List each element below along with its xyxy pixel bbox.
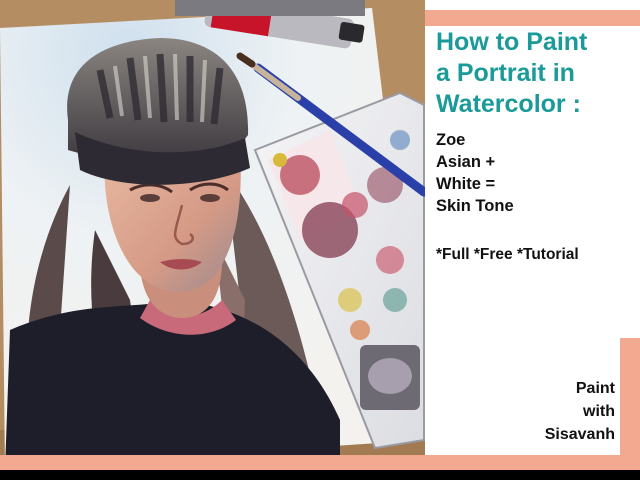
credit-line: Paint: [575, 380, 615, 397]
credit-line: with: [583, 403, 615, 420]
subtitle: Zoe Asian + White = Skin Tone: [436, 129, 616, 217]
title-line: a Portrait in: [436, 59, 575, 87]
credit: Paint with Sisavanh: [500, 377, 615, 446]
subtitle-line: Asian +: [436, 153, 496, 171]
subtitle-line: Skin Tone: [436, 197, 514, 215]
bottom-accent-band: [0, 455, 640, 470]
thumbnail: How to Paint a Portrait in Watercolor : …: [0, 0, 640, 480]
top-accent-band: [425, 10, 640, 26]
title-line: Watercolor :: [436, 90, 581, 118]
title-line: How to Paint: [436, 28, 588, 56]
bottom-letterbox: [0, 470, 640, 480]
subtitle-line: White =: [436, 175, 496, 193]
credit-line: Sisavanh: [544, 426, 615, 443]
watercolor-portrait-photo: [0, 0, 425, 470]
subtitle-line: Zoe: [436, 131, 466, 149]
tagline: *Full *Free *Tutorial: [436, 246, 579, 263]
page-title: How to Paint a Portrait in Watercolor :: [436, 27, 626, 120]
